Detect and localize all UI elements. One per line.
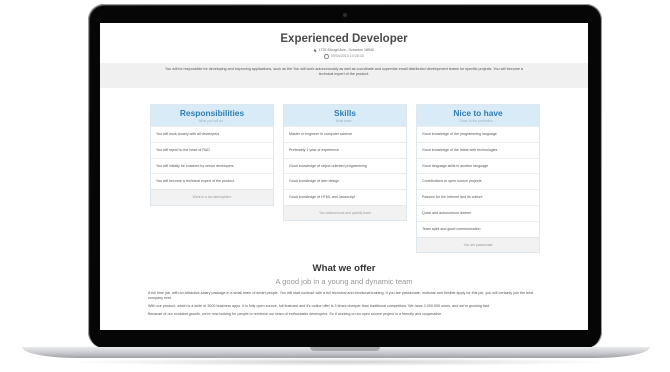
list-item: Good knowledge of object oriented progra… [284, 157, 406, 174]
laptop-notch [310, 347, 380, 351]
list-item: Quick and autonomous learner [417, 204, 539, 221]
panel-footer: Work in a fun atmosphere [151, 189, 273, 205]
list-item: Good knowledge of web design [284, 173, 406, 189]
responsibilities-panel: Responsibilities What you will do... You… [150, 104, 274, 206]
list-item: Good language skills in another language [417, 157, 539, 174]
offer-description: A full time job, with an attractive sala… [148, 291, 540, 320]
panel-header: Nice to have Close to the perfection ... [417, 105, 539, 126]
laptop-shadow [60, 358, 620, 366]
panel-subtitle: Close to the perfection ... [459, 119, 497, 123]
intro-text: You will be responsible for developing a… [165, 66, 523, 76]
panel-footer: You are passionate [417, 236, 539, 253]
panel-footer: You autonomous and quickly learn [284, 204, 406, 221]
job-intro: You will be responsible for developing a… [100, 62, 588, 88]
address-text: 1725 Slough Ave., Scranton 18540 [318, 48, 374, 52]
panel-subtitle: Must have... [335, 119, 355, 123]
panel-header: Skills Must have... [284, 105, 406, 126]
offer-title: What we offer [312, 263, 376, 274]
panel-title: Skills [334, 108, 356, 118]
list-item: Good knowledge of the latest web technol… [417, 141, 539, 158]
offer-paragraph: With our product, which is a suite of 30… [148, 304, 490, 308]
nice-to-have-panel: Nice to have Close to the perfection ...… [416, 104, 540, 254]
panel-header: Responsibilities What you will do... [151, 105, 273, 126]
offer-paragraph: A full time job, with an attractive sala… [148, 291, 534, 300]
list-item: You will report to the head of R&D [151, 141, 273, 158]
job-address: 1725 Slough Ave., Scranton 18540 [100, 48, 588, 52]
skills-panel: Skills Must have... Master or engineer i… [283, 104, 407, 222]
map-marker-icon [313, 48, 318, 52]
job-header: Experienced Developer 1725 Slough Ave., … [100, 23, 588, 59]
clock-icon [324, 54, 329, 59]
list-item: Contributions to open source projects [417, 173, 539, 189]
offer-section: What we offer A good job in a young and … [100, 263, 588, 286]
panel-subtitle: What you will do... [198, 119, 226, 123]
list-item: You will initially be coached by senior … [151, 157, 273, 174]
list-item: You will become a technical expert of th… [151, 173, 273, 189]
page-title: Experienced Developer [280, 33, 408, 45]
job-page: Experienced Developer 1725 Slough Ave., … [100, 23, 588, 330]
list-item: You will work closely with all developer… [151, 126, 273, 142]
job-date: 09/04/2013 10:26:35 [100, 54, 588, 59]
list-item: Team spirit and good communication [417, 220, 539, 237]
list-item: Passion for the Internet and its culture [417, 189, 539, 205]
panel-title: Nice to have [453, 108, 503, 118]
requirement-columns: Responsibilities What you will do... You… [150, 104, 540, 254]
list-item: Master or engineer in computer science [284, 126, 406, 142]
list-item: Good knowledge of HTML and Javascript [284, 189, 406, 205]
list-item: Good knowledge of the programming langua… [417, 126, 539, 142]
list-item: Preferably 1 year of experience [284, 141, 406, 158]
offer-subtitle: A good job in a young and dynamic team [275, 277, 413, 286]
date-text: 09/04/2013 10:26:35 [330, 54, 364, 59]
panel-title: Responsibilities [179, 108, 245, 118]
offer-paragraph: Because of our constant growth, we're no… [148, 312, 442, 316]
camera-icon [343, 13, 347, 17]
